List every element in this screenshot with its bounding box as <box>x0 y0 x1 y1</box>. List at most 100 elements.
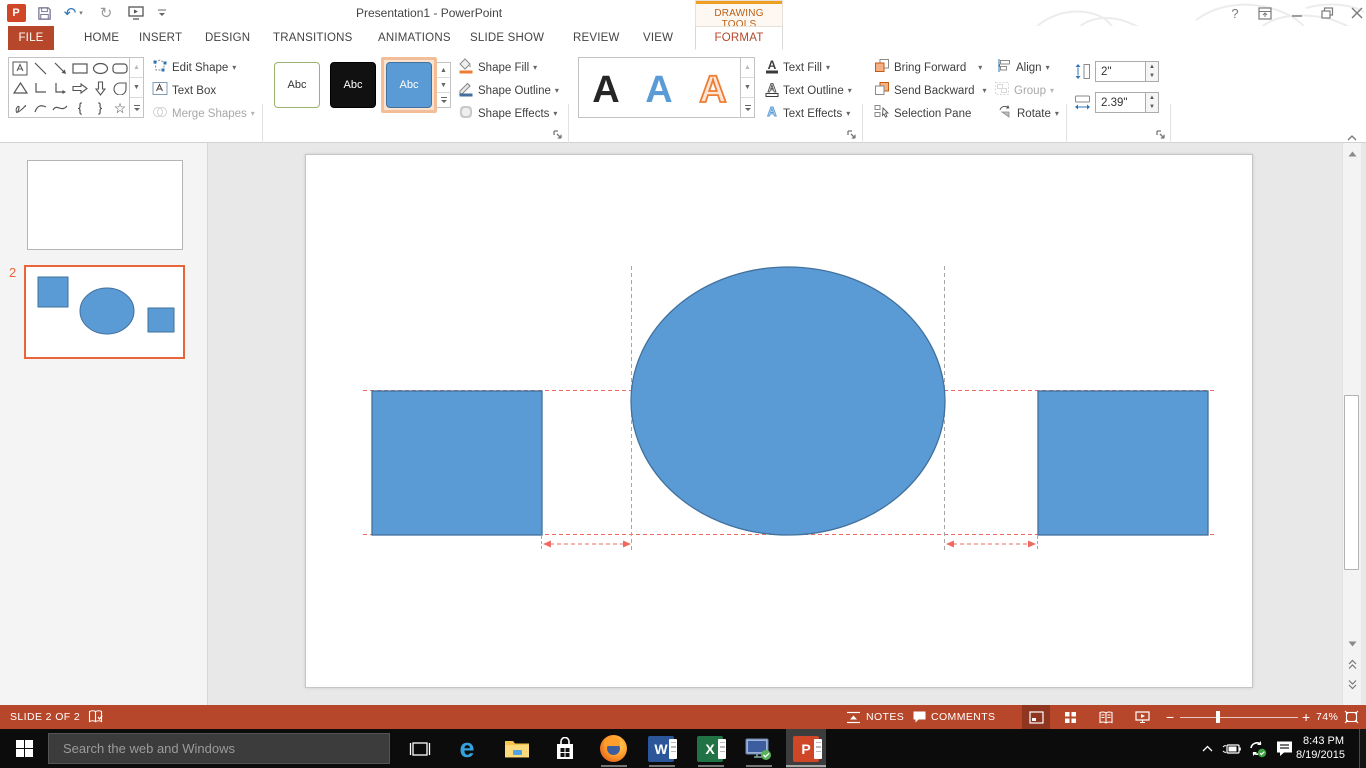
group-button[interactable]: Group▾ <box>994 81 1054 101</box>
notes-toggle[interactable]: NOTES <box>866 705 904 729</box>
taskbar-powerpoint-icon-active[interactable]: P <box>786 729 826 768</box>
align-button[interactable]: Align▾ <box>997 58 1050 78</box>
shape-curve-icon[interactable] <box>50 98 70 118</box>
slide-shape-oval[interactable] <box>631 267 945 535</box>
shape-effects-button[interactable]: Shape Effects▾ <box>458 104 557 124</box>
tab-home[interactable]: HOME <box>84 26 119 50</box>
shape-down-arrow-icon[interactable] <box>90 79 110 99</box>
shape-textbox-icon[interactable] <box>10 59 30 79</box>
zoom-slider-thumb[interactable] <box>1216 711 1220 723</box>
send-backward-button[interactable]: Send Backward▾ <box>874 81 987 101</box>
shape-styles-scroll-down[interactable]: ▼ <box>437 78 450 93</box>
tab-view[interactable]: VIEW <box>643 26 673 50</box>
shape-elbow-connector-icon[interactable] <box>30 79 50 99</box>
shape-right-brace-icon[interactable]: } <box>90 98 110 118</box>
repeat-button[interactable]: ↻ <box>96 4 116 22</box>
tray-battery-icon[interactable] <box>1220 729 1242 768</box>
minimize-button[interactable] <box>1284 3 1310 23</box>
previous-slide-button[interactable] <box>1344 656 1360 672</box>
slide-indicator[interactable]: SLIDE 2 OF 2 <box>10 705 80 729</box>
gallery-scroll-down-button[interactable]: ▼ <box>130 78 143 98</box>
gallery-scroll-up-button[interactable]: ▲ <box>130 58 143 78</box>
tab-file[interactable]: FILE <box>8 26 54 50</box>
text-effects-button[interactable]: A Text Effects▾ <box>765 104 850 124</box>
shape-rectangle-icon[interactable] <box>70 59 90 79</box>
comments-toggle[interactable]: COMMENTS <box>931 705 995 729</box>
wordart-scroll-down[interactable]: ▼ <box>741 78 754 98</box>
shape-styles-scroll-up[interactable]: ▲ <box>437 63 450 78</box>
taskbar-firefox-icon[interactable] <box>593 729 633 768</box>
tab-review[interactable]: REVIEW <box>573 26 620 50</box>
shape-styles-more[interactable] <box>437 93 450 107</box>
taskbar-search-input[interactable] <box>49 734 389 763</box>
tab-slide-show[interactable]: SLIDE SHOW <box>470 26 544 50</box>
tab-format-active[interactable]: FORMAT <box>695 26 783 50</box>
shape-right-arrow-icon[interactable] <box>70 79 90 99</box>
shape-style-preview-1[interactable]: Abc <box>274 62 320 108</box>
slide-2-thumbnail-selected[interactable] <box>24 265 185 359</box>
slide-shape-rectangle-right[interactable] <box>1038 391 1208 535</box>
bring-forward-button[interactable]: Bring Forward▾ <box>874 58 982 78</box>
wordart-dialog-launcher[interactable] <box>846 128 859 141</box>
help-button[interactable]: ? <box>1222 3 1248 23</box>
width-spin-down[interactable]: ▼ <box>1146 103 1158 113</box>
taskbar-clock[interactable]: 8:43 PM 8/19/2015 <box>1296 734 1344 762</box>
tab-animations[interactable]: ANIMATIONS <box>378 26 451 50</box>
text-outline-button[interactable]: A Text Outline▾ <box>765 81 852 101</box>
tab-insert[interactable]: INSERT <box>139 26 182 50</box>
taskbar-search[interactable] <box>48 733 390 764</box>
restore-button[interactable] <box>1314 3 1340 23</box>
shape-arrow-icon[interactable] <box>50 59 70 79</box>
shape-rounded-rectangle-icon[interactable] <box>110 59 130 79</box>
merge-shapes-button[interactable]: Merge Shapes▾ <box>152 104 255 124</box>
taskbar-excel-icon[interactable]: X <box>690 729 730 768</box>
tray-show-hidden-icons-chevron[interactable] <box>1198 729 1216 768</box>
taskbar-edge-icon[interactable]: e <box>447 729 487 768</box>
text-box-button[interactable]: Text Box <box>152 81 216 101</box>
shape-style-preview-2[interactable]: Abc <box>330 62 376 108</box>
taskbar-word-icon[interactable]: W <box>641 729 681 768</box>
slide-shape-rectangle-left[interactable] <box>372 391 542 535</box>
start-slideshow-button[interactable] <box>126 4 146 22</box>
height-spin-down[interactable]: ▼ <box>1146 72 1158 82</box>
wordart-scroll-up[interactable]: ▲ <box>741 58 754 78</box>
next-slide-button[interactable] <box>1344 676 1360 692</box>
shape-fill-button[interactable]: Shape Fill▾ <box>458 58 537 78</box>
wordart-preview-orange-outline[interactable]: A <box>693 66 733 110</box>
undo-dropdown-caret[interactable]: ▾ <box>76 4 86 22</box>
zoom-in-button[interactable]: + <box>1302 705 1311 729</box>
zoom-out-button[interactable]: − <box>1166 705 1175 729</box>
shape-star-icon[interactable]: ☆ <box>110 98 130 118</box>
task-view-button[interactable] <box>400 729 440 768</box>
shape-triangle-icon[interactable] <box>10 79 30 99</box>
slide-editing-area[interactable] <box>305 154 1253 688</box>
gallery-more-button[interactable] <box>130 98 143 117</box>
shape-left-brace-icon[interactable]: { <box>70 98 90 118</box>
taskbar-computer-icon[interactable] <box>738 729 778 768</box>
slide-show-view-button[interactable] <box>1128 705 1156 729</box>
shape-elbow-arrow-connector-icon[interactable] <box>50 79 70 99</box>
height-spin-up[interactable]: ▲ <box>1146 62 1158 72</box>
reading-view-button[interactable] <box>1092 705 1120 729</box>
shape-teardrop-icon[interactable] <box>110 79 130 99</box>
spell-check-icon[interactable] <box>88 709 105 725</box>
shape-styles-dialog-launcher[interactable] <box>552 128 565 141</box>
show-desktop-button[interactable] <box>1359 729 1366 768</box>
text-fill-button[interactable]: A Text Fill▾ <box>765 58 830 78</box>
ribbon-display-options-button[interactable] <box>1252 3 1278 23</box>
scroll-down-button[interactable] <box>1344 636 1360 652</box>
shape-scribble-icon[interactable] <box>10 98 30 118</box>
close-button[interactable] <box>1344 3 1366 23</box>
shape-arc-icon[interactable] <box>30 98 50 118</box>
start-button[interactable] <box>4 729 44 768</box>
slide-1-thumbnail[interactable] <box>27 160 183 250</box>
tab-design[interactable]: DESIGN <box>205 26 250 50</box>
taskbar-store-icon[interactable] <box>545 729 585 768</box>
rotate-button[interactable]: Rotate▾ <box>997 104 1059 124</box>
wordart-preview-blue[interactable]: A <box>639 66 679 110</box>
scroll-up-button[interactable] <box>1344 146 1360 162</box>
taskbar-file-explorer-icon[interactable] <box>497 729 537 768</box>
scrollbar-thumb[interactable] <box>1344 395 1359 570</box>
shape-outline-button[interactable]: Shape Outline▾ <box>458 81 559 101</box>
slide-sorter-view-button[interactable] <box>1056 705 1084 729</box>
